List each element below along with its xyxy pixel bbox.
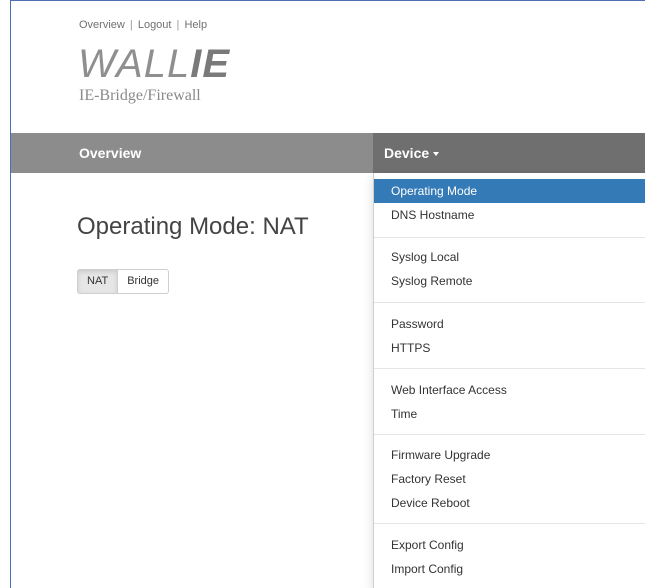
logo-subtitle: IE-Bridge/Firewall xyxy=(79,87,201,104)
menu-item-dns-hostname[interactable]: DNS Hostname xyxy=(374,203,645,227)
device-dropdown-menu: Operating Mode DNS Hostname Syslog Local… xyxy=(373,173,645,588)
separator: | xyxy=(176,19,180,31)
top-link-overview[interactable]: Overview xyxy=(79,19,125,31)
mode-button-bridge[interactable]: Bridge xyxy=(118,269,169,294)
menu-divider xyxy=(374,523,645,524)
menu-item-syslog-local[interactable]: Syslog Local xyxy=(374,245,645,269)
menu-divider xyxy=(374,368,645,369)
caret-down-icon xyxy=(433,152,440,157)
menu-item-syslog-remote[interactable]: Syslog Remote xyxy=(374,269,645,293)
logo: WALLIE xyxy=(78,44,230,84)
menu-item-factory-reset[interactable]: Factory Reset xyxy=(374,467,645,491)
nav-device-label: Device xyxy=(384,145,430,161)
menu-item-https[interactable]: HTTPS xyxy=(374,336,645,360)
nav-device-menu[interactable]: Device xyxy=(384,133,440,173)
mode-button-nat[interactable]: NAT xyxy=(77,269,119,294)
nav-overview[interactable]: Overview xyxy=(79,133,141,173)
mode-button-group: NAT Bridge xyxy=(77,269,169,294)
separator: | xyxy=(129,19,133,31)
menu-item-time[interactable]: Time xyxy=(374,402,645,426)
menu-item-web-interface-access[interactable]: Web Interface Access xyxy=(374,378,645,402)
top-link-help[interactable]: Help xyxy=(184,19,207,31)
menu-item-operating-mode[interactable]: Operating Mode xyxy=(374,179,645,203)
logo-wall-text: WALL xyxy=(78,42,191,86)
menu-divider xyxy=(374,434,645,435)
page-title: Operating Mode: NAT xyxy=(77,213,309,240)
menu-item-password[interactable]: Password xyxy=(374,312,645,336)
top-link-logout[interactable]: Logout xyxy=(138,19,172,31)
menu-item-import-config[interactable]: Import Config xyxy=(374,557,645,581)
browser-frame: Overview | Logout | Help WALLIE IE-Bridg… xyxy=(10,0,645,588)
menu-item-device-reboot[interactable]: Device Reboot xyxy=(374,491,645,515)
menu-divider xyxy=(374,302,645,303)
main-navbar: Overview Device xyxy=(11,133,645,173)
menu-divider xyxy=(374,237,645,238)
top-links: Overview | Logout | Help xyxy=(79,19,207,31)
menu-item-export-config[interactable]: Export Config xyxy=(374,533,645,557)
logo-ie-text: IE xyxy=(190,42,230,86)
menu-item-firmware-upgrade[interactable]: Firmware Upgrade xyxy=(374,443,645,467)
